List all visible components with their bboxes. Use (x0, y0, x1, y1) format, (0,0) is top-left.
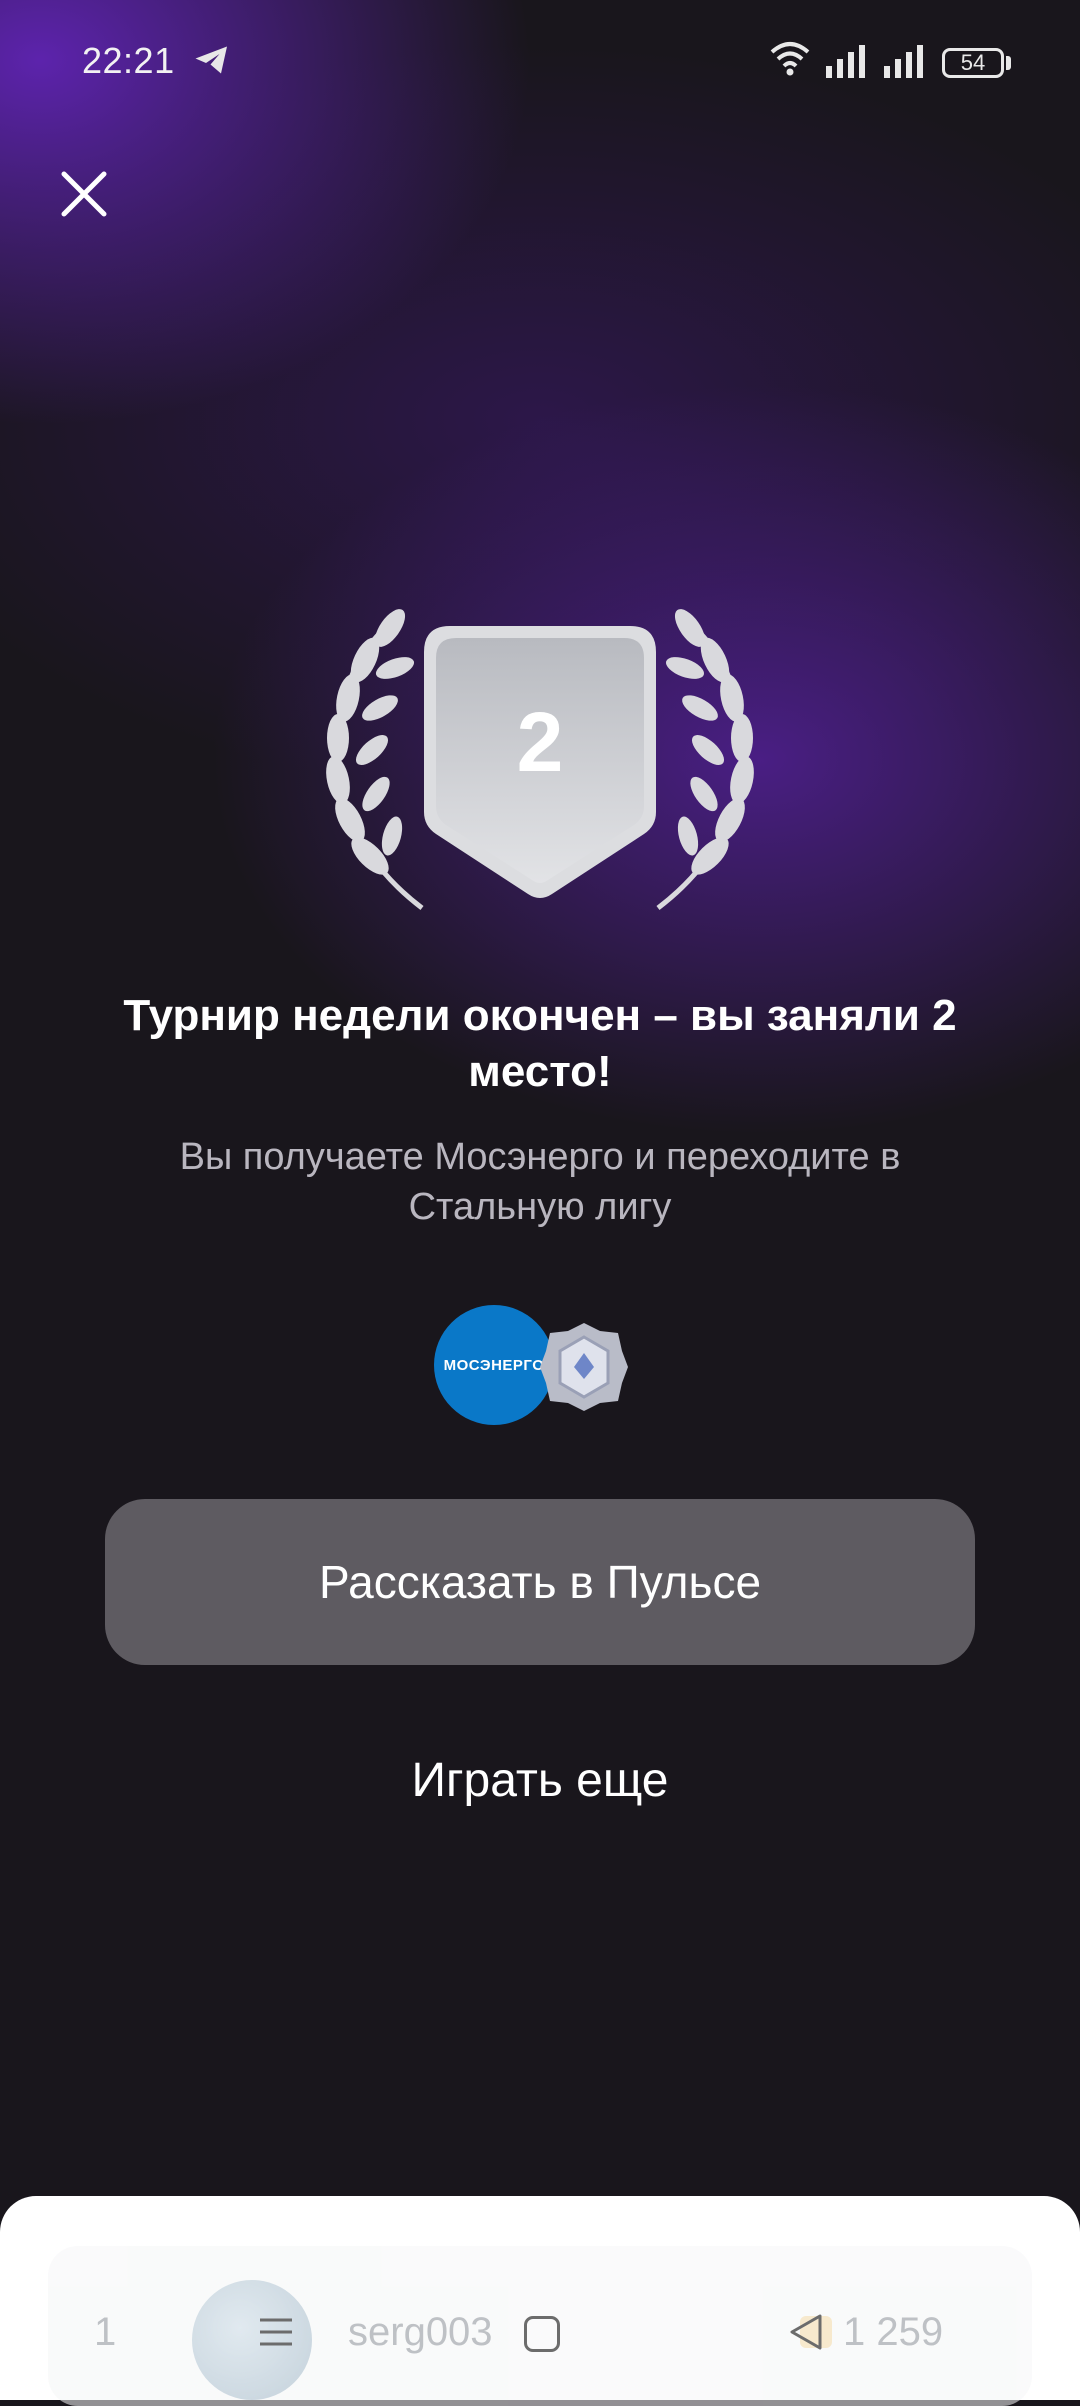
row-rank: 1 (94, 2310, 117, 2354)
battery-nub (1006, 56, 1011, 70)
menu-icon[interactable] (256, 2312, 296, 2352)
row-score: 1 259 (843, 2310, 944, 2354)
status-time: 22:21 (82, 40, 175, 81)
signal-icon (884, 45, 923, 78)
steel-league-badge-icon (540, 1323, 628, 1411)
rank-award: 2 (300, 600, 780, 930)
wifi-icon (770, 42, 810, 76)
leaderboard-sheet: 1 serg003 1 259 (0, 2196, 1080, 2406)
home-icon[interactable] (524, 2316, 560, 2352)
play-again-button[interactable]: Играть еще (340, 1746, 740, 1816)
signal-icon (826, 45, 865, 78)
row-username: serg003 (348, 2310, 493, 2354)
battery-icon: 54 (942, 48, 1004, 78)
battery-level: 54 (960, 50, 986, 75)
result-headline: Турнир недели окончен – вы заняли 2 мест… (123, 991, 957, 1096)
share-in-pulse-button[interactable]: Рассказать в Пульсе (105, 1499, 975, 1665)
rank-number: 2 (516, 695, 564, 789)
close-icon[interactable] (56, 166, 112, 222)
telegram-icon (195, 46, 227, 74)
reward-badges: МОСЭНЕРГО (434, 1305, 634, 1425)
sponsor-logo-text: МОСЭНЕРГО (443, 1356, 545, 1374)
mosenergo-logo: МОСЭНЕРГО (434, 1305, 554, 1425)
result-subtitle: Вы получаете Мосэнерго и переходите в Ст… (179, 1136, 901, 1228)
back-icon[interactable] (786, 2312, 826, 2352)
status-bar: 22:21 54 (0, 0, 1080, 120)
